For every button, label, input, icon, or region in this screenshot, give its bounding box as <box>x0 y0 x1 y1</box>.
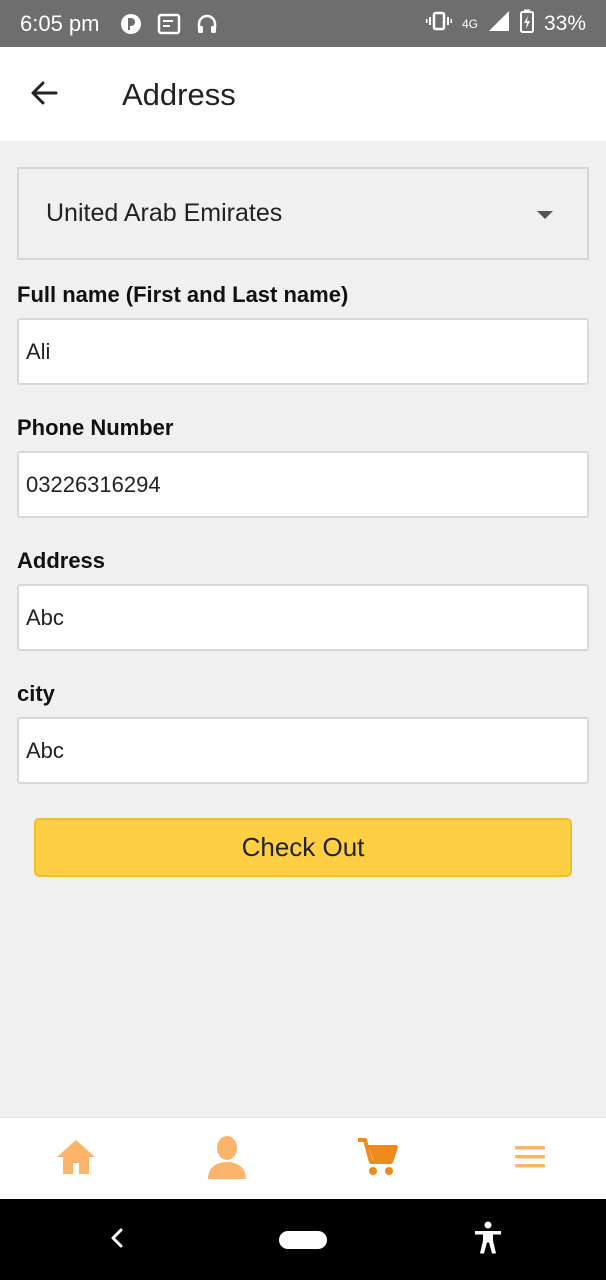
bottom-navigation <box>0 1117 606 1199</box>
phone-number-input[interactable] <box>17 451 589 518</box>
app-notification-icon <box>118 11 144 37</box>
country-dropdown[interactable]: United Arab Emirates <box>17 167 589 260</box>
menu-icon <box>514 1144 546 1175</box>
network-type: 4G <box>461 16 478 31</box>
status-time: 6:05 pm <box>20 10 100 36</box>
vibrate-icon <box>425 11 452 36</box>
accessibility-button[interactable] <box>470 1221 506 1259</box>
system-back-button[interactable] <box>100 1223 134 1257</box>
app-bar: Address <box>0 47 606 141</box>
signal-icon <box>488 10 510 37</box>
dropdown-caret-icon <box>537 211 553 219</box>
accessibility-icon <box>473 1221 503 1260</box>
status-bar: 6:05 pm 4G 33% <box>0 0 606 47</box>
nav-menu[interactable] <box>507 1136 553 1182</box>
cart-icon <box>356 1137 398 1182</box>
screen-cast-icon <box>156 11 182 37</box>
nav-cart[interactable] <box>354 1136 400 1182</box>
battery-percent: 33% <box>543 11 586 35</box>
system-navigation-bar <box>0 1199 606 1280</box>
profile-icon <box>206 1135 248 1184</box>
nav-home[interactable] <box>53 1136 99 1182</box>
page-title: Address <box>122 77 236 112</box>
full-name-input[interactable] <box>17 318 589 385</box>
address-label: Address <box>17 548 106 573</box>
arrow-left-icon <box>28 77 60 114</box>
city-label: city <box>17 681 55 706</box>
system-home-button[interactable] <box>279 1231 327 1249</box>
back-button[interactable] <box>26 77 62 113</box>
address-input[interactable] <box>17 584 589 651</box>
phone-number-label: Phone Number <box>17 415 174 440</box>
home-icon <box>56 1138 96 1181</box>
check-out-button[interactable]: Check Out <box>34 818 572 877</box>
nav-profile[interactable] <box>204 1135 250 1184</box>
headphones-icon <box>194 11 220 37</box>
battery-charging-icon <box>519 9 534 38</box>
country-selected-value: United Arab Emirates <box>46 199 283 227</box>
back-icon <box>109 1227 125 1254</box>
full-name-label: Full name (First and Last name) <box>17 282 349 307</box>
city-input[interactable] <box>17 717 589 784</box>
